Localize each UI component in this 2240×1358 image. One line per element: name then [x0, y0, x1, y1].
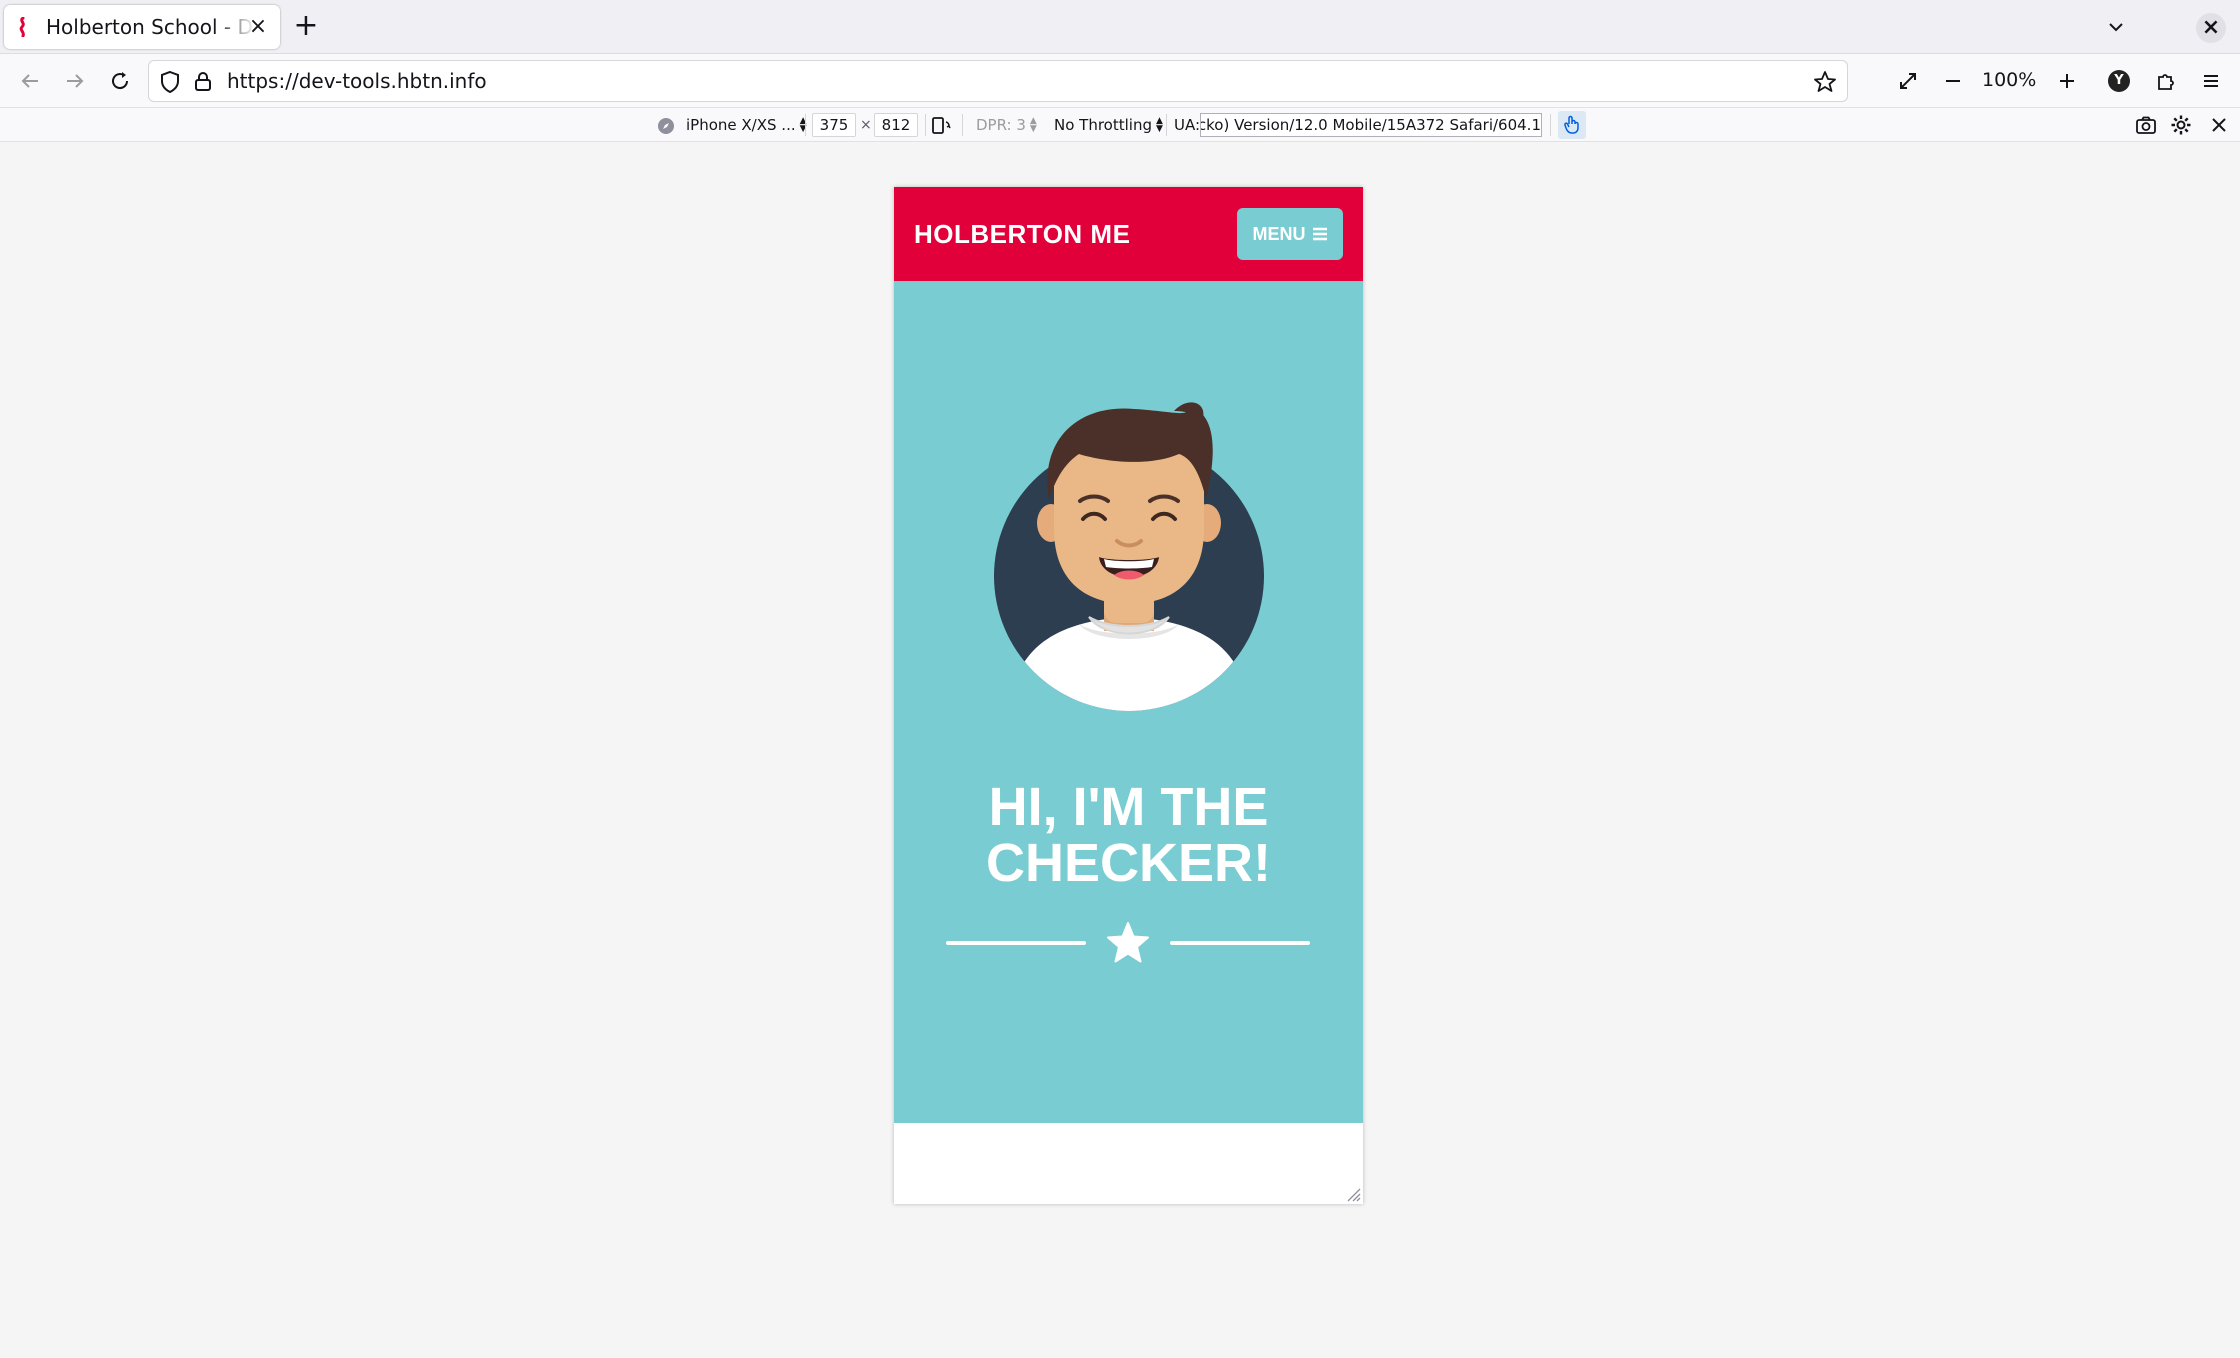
dpr-label: DPR: 3 [976, 116, 1026, 134]
bookmark-star-icon[interactable] [1813, 70, 1837, 94]
window-close-icon[interactable]: × [2196, 13, 2226, 43]
tab-close-icon[interactable]: × [246, 15, 270, 39]
settings-gear-icon[interactable] [2170, 114, 2192, 136]
site-header: HOLBERTON ME MENU [894, 187, 1363, 281]
holberton-favicon-icon [19, 17, 25, 37]
browser-tab[interactable]: Holberton School - Dev × [4, 5, 280, 49]
divider-line-right [1170, 941, 1310, 945]
select-arrows-icon: ▲ ▼ [1029, 116, 1037, 134]
fullscreen-expand-icon[interactable] [1892, 65, 1924, 97]
reload-icon[interactable] [104, 65, 136, 97]
site-logo[interactable]: HOLBERTON ME [914, 219, 1130, 250]
responsive-design-toolbar: iPhone X/XS ... ▲ ▼ 375 × 812 DPR: 3 ▲ ▼ N… [0, 108, 2240, 142]
tab-strip: Holberton School - Dev × + × [0, 0, 2240, 54]
select-arrows-icon: ▲ ▼ [1155, 116, 1163, 134]
touch-simulation-button[interactable] [1558, 111, 1586, 139]
device-compass-icon [658, 118, 674, 134]
url-bar[interactable]: https://dev-tools.hbtn.info [148, 60, 1848, 102]
hero-title: HI, I'M THE CHECKER! [894, 779, 1363, 891]
zoom-out-minus-icon[interactable] [1937, 65, 1969, 97]
screenshot-camera-icon[interactable] [2135, 115, 2157, 135]
star-divider [946, 921, 1310, 965]
dimension-times-sign: × [860, 117, 872, 133]
device-viewport: HOLBERTON ME MENU HI, I'M THE CHECKER! [894, 187, 1363, 1204]
lock-icon[interactable] [193, 70, 213, 92]
close-rdm-icon[interactable] [2210, 116, 2228, 134]
dpr-selector[interactable]: DPR: 3 ▲ ▼ [976, 108, 1037, 142]
viewport-height-input[interactable]: 812 [874, 113, 918, 137]
menu-label: MENU [1252, 223, 1306, 244]
tracking-shield-icon[interactable] [159, 70, 181, 94]
url-text: https://dev-tools.hbtn.info [227, 69, 487, 93]
divider-line-left [946, 941, 1086, 945]
list-all-tabs-chevron-icon[interactable] [2100, 12, 2132, 42]
extensions-puzzle-icon[interactable] [2150, 65, 2182, 97]
menu-button[interactable]: MENU [1237, 208, 1343, 260]
separator [805, 114, 806, 136]
new-tab-plus-icon[interactable]: + [290, 11, 322, 43]
throttling-label: No Throttling [1054, 116, 1152, 134]
hero-title-line-2: CHECKER! [985, 833, 1271, 893]
separator [925, 114, 926, 136]
user-agent-input[interactable]: Gecko) Version/12.0 Mobile/15A372 Safari… [1200, 113, 1542, 137]
separator [1166, 114, 1167, 136]
tab-title: Holberton School - Dev [46, 15, 256, 39]
star-icon [1107, 922, 1149, 963]
hamburger-icon [1312, 227, 1327, 241]
device-selector[interactable]: iPhone X/XS ... ▲ ▼ [686, 108, 807, 142]
throttling-selector[interactable]: No Throttling ▲ ▼ [1054, 108, 1163, 142]
navigation-toolbar: https://dev-tools.hbtn.info 100% Y [0, 54, 2240, 108]
device-name: iPhone X/XS ... [686, 116, 796, 134]
separator [962, 114, 963, 136]
app-menu-hamburger-icon[interactable] [2195, 65, 2227, 97]
viewport-width-input[interactable]: 375 [812, 113, 856, 137]
rotate-viewport-icon[interactable] [930, 114, 952, 136]
forward-arrow-icon[interactable] [59, 65, 91, 97]
back-arrow-icon[interactable] [14, 65, 46, 97]
zoom-in-plus-icon[interactable] [2051, 65, 2083, 97]
touch-hand-icon [1564, 115, 1579, 134]
separator [1550, 114, 1551, 136]
zoom-level[interactable]: 100% [1982, 69, 2036, 91]
checker-avatar-illustration [994, 402, 1264, 711]
extension-y-icon[interactable]: Y [2108, 70, 2130, 92]
hero-section: HI, I'M THE CHECKER! [894, 281, 1363, 1123]
viewport-resize-handle-icon[interactable] [1345, 1186, 1361, 1202]
hero-title-line-1: HI, I'M THE [988, 777, 1269, 837]
ua-label: UA: [1174, 116, 1201, 134]
